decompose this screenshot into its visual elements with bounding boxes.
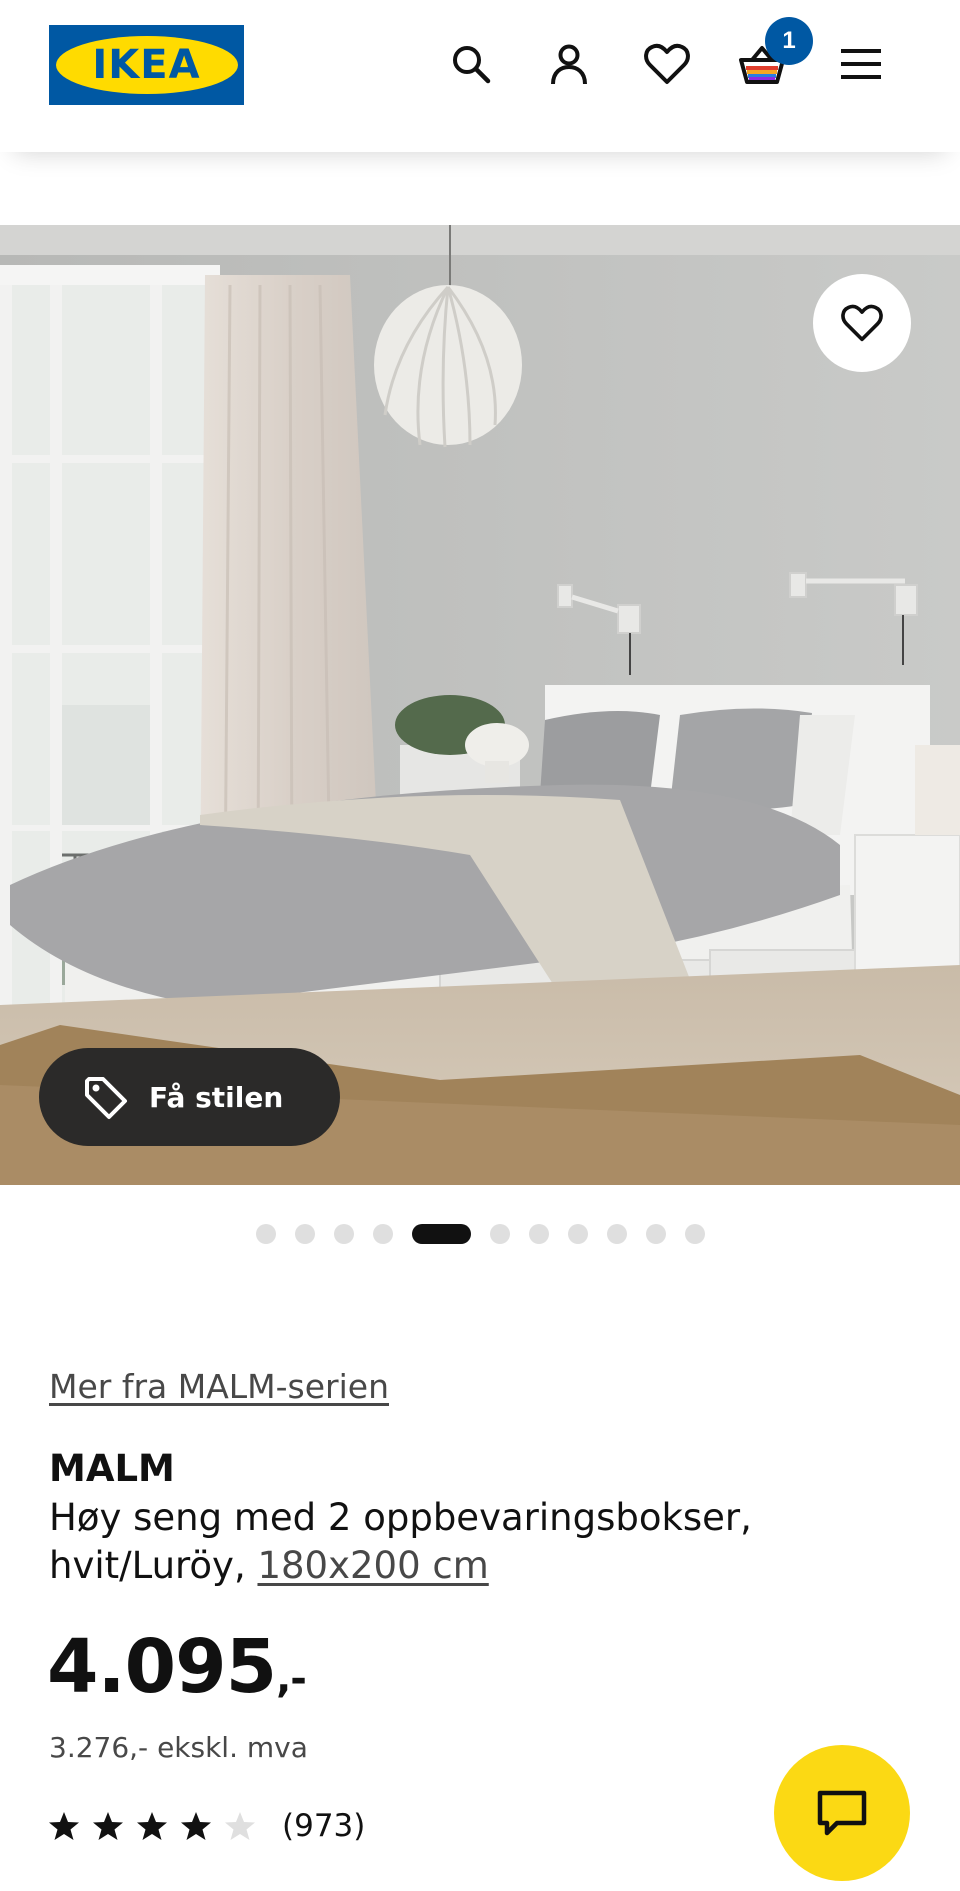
favorites-heart-icon[interactable] <box>639 36 695 92</box>
carousel-indicator <box>0 1223 960 1245</box>
carousel-dot[interactable] <box>528 1224 549 1244</box>
get-the-style-button[interactable]: Få stilen <box>39 1048 340 1146</box>
carousel-dot[interactable] <box>411 1224 471 1244</box>
bedroom-product-photo <box>0 225 960 1185</box>
price-main: 4.095 <box>47 1624 277 1710</box>
carousel-dot[interactable] <box>606 1224 627 1244</box>
price-excl-vat: 3.276,- ekskl. mva <box>49 1731 308 1764</box>
search-icon[interactable] <box>443 36 499 92</box>
cart-count-badge: 1 <box>765 17 813 65</box>
save-to-favorites-button[interactable] <box>813 274 911 372</box>
carousel-dot[interactable] <box>333 1224 354 1244</box>
carousel-dot[interactable] <box>489 1224 510 1244</box>
carousel-dot[interactable] <box>645 1224 666 1244</box>
carousel-dot[interactable] <box>255 1224 276 1244</box>
carousel-dot[interactable] <box>372 1224 393 1244</box>
menu-icon[interactable] <box>833 36 889 92</box>
product-price: 4.095,- <box>47 1624 307 1710</box>
logo-oval: IKEA <box>55 36 238 94</box>
carousel-dot[interactable] <box>567 1224 588 1244</box>
product-rating[interactable]: (973) <box>48 1808 365 1844</box>
star-filled-icon <box>93 1812 123 1840</box>
star-filled-icon <box>49 1812 79 1840</box>
rating-stars <box>48 1811 256 1841</box>
get-the-style-label: Få stilen <box>149 1080 284 1114</box>
site-header: IKEA 1 <box>0 0 960 152</box>
star-filled-icon <box>137 1812 167 1840</box>
heart-icon <box>841 304 883 342</box>
star-empty-icon <box>225 1812 255 1840</box>
carousel-dot[interactable] <box>684 1224 705 1244</box>
carousel-dot[interactable] <box>294 1224 315 1244</box>
review-count: (973) <box>282 1808 366 1844</box>
size-link[interactable]: 180x200 cm <box>257 1544 488 1587</box>
price-tag-icon <box>85 1077 127 1119</box>
account-icon[interactable] <box>541 36 597 92</box>
series-link[interactable]: Mer fra MALM-serien <box>49 1367 389 1406</box>
product-image-carousel[interactable] <box>0 225 960 1185</box>
star-filled-icon <box>181 1812 211 1840</box>
logo-text: IKEA <box>92 42 201 88</box>
product-description: Høy seng med 2 oppbevaringsbokser, hvit/… <box>49 1494 909 1590</box>
ikea-logo[interactable]: IKEA <box>49 25 244 105</box>
chat-bubble-icon <box>817 1790 867 1836</box>
price-suffix: ,- <box>276 1656 307 1702</box>
product-name: MALM <box>49 1447 175 1490</box>
chat-button[interactable] <box>774 1745 910 1881</box>
